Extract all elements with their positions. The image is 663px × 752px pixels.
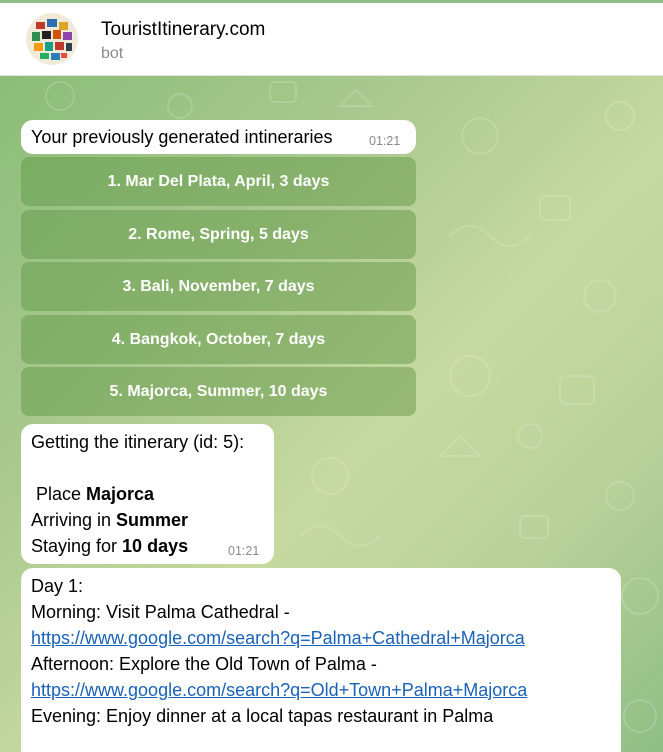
place-label: Place — [31, 484, 87, 504]
message-itinerary-summary[interactable]: Getting the itinerary (id: 5): Place Maj… — [21, 424, 274, 564]
itinerary-button-1[interactable]: 1. Mar Del Plata, April, 3 days — [21, 157, 416, 206]
bot-avatar-image — [26, 13, 78, 65]
message-time: 01:21 — [369, 134, 401, 148]
message-itinerary-plan[interactable]: Day 1: Morning: Visit Palma Cathedral - … — [21, 568, 621, 752]
plan-morning: Morning: Visit Palma Cathedral - — [31, 602, 290, 622]
itinerary-place-line: Place Majorca — [31, 481, 274, 507]
chat-subtitle: bot — [101, 45, 124, 62]
chat-area[interactable]: Your previously generated intineraries 0… — [0, 76, 663, 752]
itinerary-button-4[interactable]: 4. Bangkok, October, 7 days — [21, 315, 416, 364]
chat-title[interactable]: TouristItinerary.com — [101, 19, 265, 41]
plan-day: Day 1: — [31, 576, 84, 596]
message-time: 01:21 — [228, 544, 260, 558]
itinerary-button-2[interactable]: 2. Rome, Spring, 5 days — [21, 210, 416, 259]
plan-evening: Evening: Enjoy dinner at a local tapas r… — [31, 706, 494, 726]
place-value: Majorca — [86, 484, 155, 504]
plan-afternoon: Afternoon: Explore the Old Town of Palma… — [31, 654, 377, 674]
arriving-value: Summer — [116, 510, 189, 530]
chat-header[interactable]: TouristItinerary.com bot — [0, 3, 663, 76]
plan-morning-link[interactable]: https://www.google.com/search?q=Palma+Ca… — [31, 628, 525, 648]
staying-value: 10 days — [122, 536, 189, 556]
plan-afternoon-link[interactable]: https://www.google.com/search?q=Old+Town… — [31, 680, 527, 700]
message-previous-itineraries[interactable]: Your previously generated intineraries 0… — [21, 120, 416, 154]
itinerary-heading: Getting the itinerary (id: 5): — [31, 432, 245, 452]
itinerary-button-5[interactable]: 5. Majorca, Summer, 10 days — [21, 367, 416, 416]
itinerary-arriving-line: Arriving in Summer — [31, 507, 274, 533]
arriving-label: Arriving in — [31, 510, 117, 530]
bot-avatar[interactable] — [26, 13, 78, 65]
staying-label: Staying for — [31, 536, 123, 556]
message-text: Your previously generated intineraries — [31, 127, 333, 147]
itinerary-button-3[interactable]: 3. Bali, November, 7 days — [21, 262, 416, 311]
